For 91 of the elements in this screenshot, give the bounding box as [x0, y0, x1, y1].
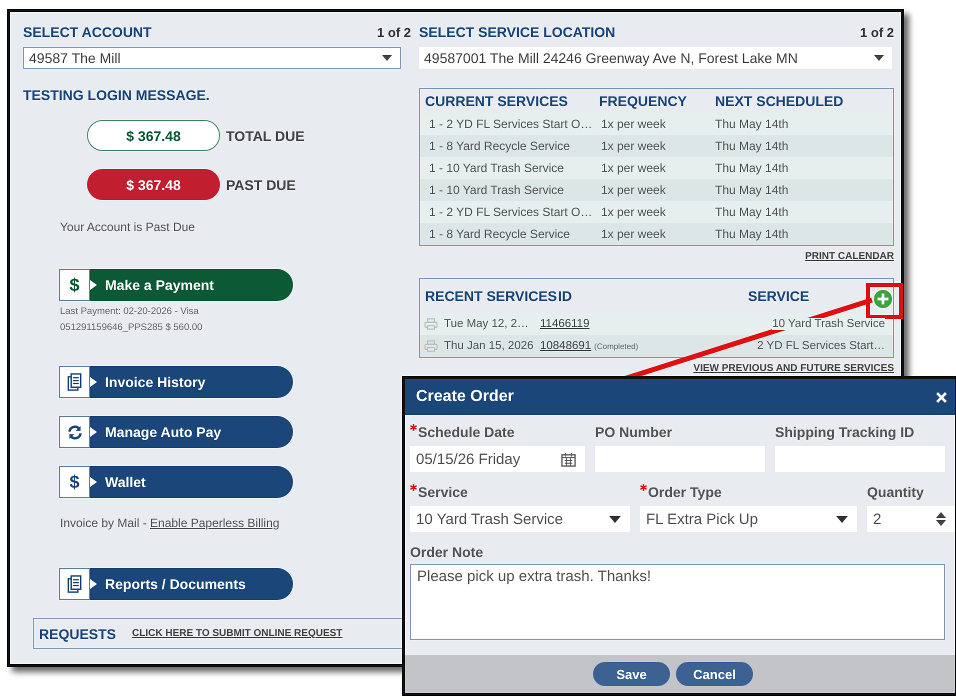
table-cell: 2 YD FL Services Start… — [757, 340, 885, 352]
pointer-icon — [90, 427, 97, 437]
table-cell-text: Thu May 14th — [715, 161, 790, 175]
column-header: FREQUENCY — [599, 93, 688, 109]
field-label: Order Type — [648, 484, 722, 500]
amount-badge: $ 367.48 — [87, 169, 220, 200]
action-button[interactable]: Reports / Documents — [59, 568, 293, 600]
requests-heading: REQUESTS — [39, 626, 116, 642]
service-id-link[interactable]: 10848691 — [540, 340, 592, 352]
dollar-sign: $ — [69, 275, 80, 295]
section-heading: SELECT SERVICE LOCATION — [419, 24, 616, 40]
field-label: Schedule Date — [418, 424, 514, 440]
print-calendar-link[interactable]: PRINT CALENDAR — [805, 251, 894, 262]
pointer-icon — [90, 377, 97, 387]
table-cell-text: Thu May 14th — [715, 227, 790, 241]
column-header: ID — [558, 288, 573, 304]
close-icon[interactable] — [936, 392, 947, 402]
payment-detail: Last Payment: 02-20-2026 - Visa — [60, 305, 200, 319]
dialog-title: Create Order — [416, 388, 514, 406]
table-cell-text: Thu Jan 15, 2026 — [444, 340, 535, 352]
section-heading: SELECT ACCOUNT — [23, 24, 152, 40]
column-header: SERVICE — [748, 288, 810, 304]
spinner-icon[interactable] — [936, 512, 946, 526]
balance-label: TOTAL DUE — [226, 128, 305, 144]
printer-icon[interactable] — [424, 340, 438, 352]
table-cell-text: 1 - 8 Yard Recycle Service — [428, 139, 571, 153]
table-cell-text: 1x per week — [600, 161, 667, 175]
column-header: RECENT SERVICES — [424, 288, 558, 304]
field-label: Service — [418, 484, 468, 500]
field-label: PO Number — [595, 424, 672, 440]
table-cell-text: Thu May 14th — [715, 183, 790, 197]
table-cell-text: 1 - 2 YD FL Services Start O… — [428, 117, 594, 131]
action-button[interactable]: $ Wallet — [59, 466, 293, 498]
billing-note: Invoice by Mail - — [60, 516, 148, 530]
table-cell-text: 1x per week — [600, 139, 667, 153]
pager-text: 1 of 2 — [860, 24, 894, 40]
payment-detail: 051291159646_PPS285 $ 560.00 — [60, 321, 204, 335]
caret-icon — [836, 516, 848, 522]
table-cell-text: 1x per week — [600, 117, 667, 131]
calendar-icon[interactable] — [561, 452, 576, 466]
balance-label: PAST DUE — [226, 176, 296, 192]
status-note: Your Account is Past Due — [60, 220, 196, 234]
table-cell-text: Thu May 14th — [715, 139, 790, 153]
field-label: Quantity — [867, 484, 924, 500]
pointer-icon — [90, 477, 97, 487]
table-cell-text: 1x per week — [600, 183, 667, 197]
dialog-button[interactable]: Cancel — [676, 662, 753, 686]
view-services-link[interactable]: VIEW PREVIOUS AND FUTURE SERVICES — [693, 363, 894, 374]
sync-icon — [66, 422, 82, 442]
caret-icon — [874, 55, 884, 61]
action-button[interactable]: Manage Auto Pay — [59, 416, 293, 448]
login-message: TESTING LOGIN MESSAGE. — [23, 87, 211, 103]
table-cell-text: 1x per week — [600, 205, 667, 219]
note-field[interactable]: Please pick up extra trash. Thanks! — [410, 564, 945, 640]
pager-text: 1 of 2 — [377, 24, 411, 40]
table-cell-text: 1x per week — [600, 227, 667, 241]
printer-icon[interactable] — [424, 318, 438, 330]
table-cell-text: 1 - 10 Yard Trash Service — [428, 161, 565, 175]
table-cell-text: Tue May 12, 2… — [444, 318, 530, 330]
location-select[interactable]: 49587001 The Mill 24246 Greenway Ave N, Forest Lake MN — [419, 47, 892, 69]
pointer-icon — [90, 579, 97, 589]
service-id-link[interactable]: 11466119 — [540, 318, 590, 330]
table-cell-text: Thu May 14th — [715, 117, 790, 131]
account-select[interactable]: 49587 The Mill — [23, 47, 401, 69]
action-button[interactable]: Invoice History — [59, 366, 293, 398]
caret-icon — [382, 55, 392, 61]
dropdown[interactable]: 10 Yard Trash Service — [410, 506, 630, 532]
add-icon[interactable] — [874, 290, 892, 308]
request-link[interactable]: CLICK HERE TO SUBMIT ONLINE REQUEST — [132, 628, 342, 639]
dropdown[interactable]: FL Extra Pick Up — [640, 506, 857, 532]
status-text: (Completed) — [594, 342, 638, 351]
field-label: Order Note — [410, 544, 484, 560]
amount-badge: $ 367.48 — [87, 120, 220, 151]
date-field[interactable]: 05/15/26 Friday — [410, 446, 585, 472]
document-icon — [66, 574, 82, 594]
caret-icon — [609, 516, 621, 522]
column-header: NEXT SCHEDULED — [715, 93, 844, 109]
paperless-link[interactable]: Enable Paperless Billing — [150, 516, 280, 530]
pointer-icon — [90, 280, 97, 290]
dialog-button[interactable]: Save — [593, 662, 670, 686]
action-button[interactable]: $ Make a Payment — [59, 269, 293, 301]
table-cell-text: 1 - 8 Yard Recycle Service — [428, 227, 571, 241]
table-cell: 10 Yard Trash Service — [772, 318, 885, 330]
document-icon — [66, 372, 82, 392]
table-cell-text: Thu May 14th — [715, 205, 790, 219]
quantity-field[interactable]: 2 — [867, 506, 955, 532]
table-cell-text: 1 - 10 Yard Trash Service — [428, 183, 565, 197]
field-label: Shipping Tracking ID — [775, 424, 914, 440]
column-header: CURRENT SERVICES — [424, 93, 569, 109]
table-cell-text: 1 - 2 YD FL Services Start O… — [428, 205, 594, 219]
dollar-sign: $ — [69, 472, 80, 492]
